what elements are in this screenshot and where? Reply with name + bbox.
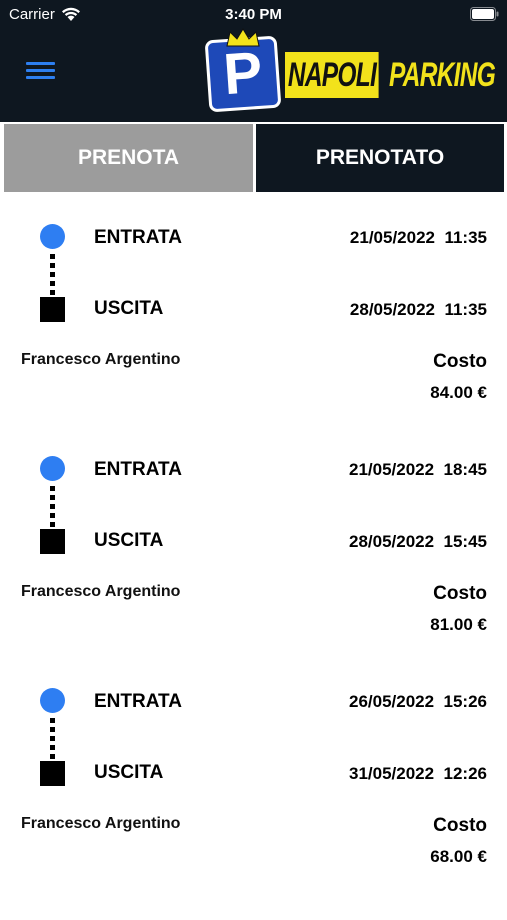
exit-label: USCITA: [94, 762, 164, 783]
app-header: Carrier 3:40 PM P NAPOLI PARKING: [0, 0, 507, 122]
entry-label: ENTRATA: [94, 227, 182, 248]
entry-datetime: 26/05/2022 15:26: [348, 692, 487, 711]
entry-dot-icon: [40, 224, 65, 249]
dotted-connector: [50, 486, 55, 528]
cost-label: Costo: [433, 815, 487, 836]
entry-label: ENTRATA: [94, 459, 182, 480]
customer-name: Francesco Argentino: [21, 583, 181, 600]
entry-label: ENTRATA: [94, 691, 182, 712]
cost-label: Costo: [433, 351, 487, 372]
tab-prenota[interactable]: PRENOTA: [4, 124, 253, 192]
dotted-connector: [50, 718, 55, 760]
hamburger-menu-icon[interactable]: [26, 62, 56, 80]
napoli-parking-logo: P NAPOLI PARKING: [204, 28, 496, 113]
entry-dot-icon: [40, 688, 65, 713]
status-bar: Carrier 3:40 PM: [0, 0, 507, 28]
entry-datetime: 21/05/2022 18:45: [348, 460, 487, 479]
cost-value: 68.00 €: [430, 847, 487, 866]
battery-icon: [470, 7, 499, 21]
booking-card[interactable]: ENTRATA 26/05/2022 15:26 USCITA 31/05/20…: [0, 688, 507, 920]
crown-icon: [226, 28, 260, 47]
exit-datetime: 31/05/2022 12:26: [348, 764, 487, 783]
cost-value: 84.00 €: [430, 383, 487, 402]
tab-prenotato[interactable]: PRENOTATO: [256, 124, 504, 192]
exit-square-icon: [40, 529, 65, 554]
status-time: 3:40 PM: [225, 6, 282, 23]
exit-label: USCITA: [94, 298, 164, 319]
entry-dot-icon: [40, 456, 65, 481]
logo-wordmark: NAPOLI PARKING: [285, 50, 496, 100]
tab-bar: PRENOTA PRENOTATO: [0, 122, 507, 194]
entry-datetime: 21/05/2022 11:35: [349, 228, 487, 247]
customer-name: Francesco Argentino: [21, 815, 181, 832]
customer-name: Francesco Argentino: [21, 351, 181, 368]
exit-datetime: 28/05/2022 15:45: [348, 532, 487, 551]
booking-card[interactable]: ENTRATA 21/05/2022 11:35 USCITA 28/05/20…: [0, 224, 507, 456]
exit-label: USCITA: [94, 530, 164, 551]
exit-datetime: 28/05/2022 11:35: [349, 300, 487, 319]
cost-label: Costo: [433, 583, 487, 604]
exit-square-icon: [40, 761, 65, 786]
cost-value: 81.00 €: [430, 615, 487, 634]
exit-square-icon: [40, 297, 65, 322]
booking-card[interactable]: ENTRATA 21/05/2022 18:45 USCITA 28/05/20…: [0, 456, 507, 688]
dotted-connector: [50, 254, 55, 296]
